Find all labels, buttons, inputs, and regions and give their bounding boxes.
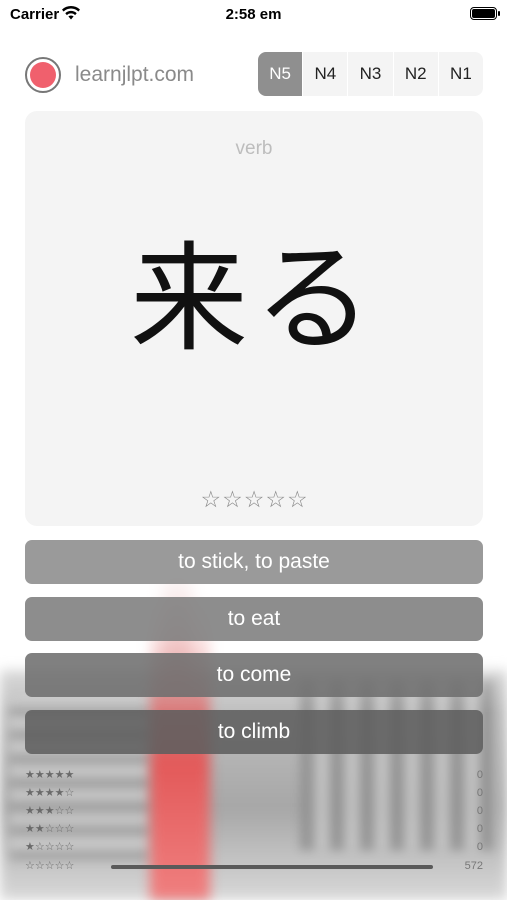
level-tab-n1[interactable]: N1 — [437, 52, 483, 96]
rating-star-5-icon[interactable]: ☆ — [287, 487, 308, 511]
stat-row: ☆☆☆☆☆ 572 — [25, 858, 483, 876]
stat-count: 0 — [476, 769, 483, 781]
stat-count: 572 — [464, 860, 483, 872]
stat-count: 0 — [476, 787, 483, 799]
rating-star-4-icon[interactable]: ☆ — [265, 487, 286, 511]
stat-stars: ★★★★☆ — [25, 787, 75, 799]
stat-stars: ★★☆☆☆ — [25, 823, 75, 835]
answer-button[interactable]: to come — [25, 653, 483, 697]
flashcard: verb 来る ☆ ☆ ☆ ☆ ☆ — [25, 111, 483, 526]
stat-row: ★★★☆☆ 0 — [25, 803, 483, 821]
site-name[interactable]: learnjlpt.com — [75, 63, 194, 87]
stat-row: ★☆☆☆☆ 0 — [25, 839, 483, 857]
part-of-speech: verb — [235, 138, 273, 159]
answer-button[interactable]: to eat — [25, 597, 483, 641]
star-rating: ☆ ☆ ☆ ☆ ☆ — [25, 487, 483, 511]
record-logo-icon[interactable] — [25, 57, 61, 93]
level-tab-n2[interactable]: N2 — [392, 52, 438, 96]
level-tab-n3[interactable]: N3 — [347, 52, 392, 96]
vocabulary-word: 来る — [129, 230, 378, 368]
rating-star-1-icon[interactable]: ☆ — [200, 487, 221, 511]
stat-row: ★★★★☆ 0 — [25, 785, 483, 803]
answer-button[interactable]: to climb — [25, 710, 483, 754]
stat-bar — [111, 865, 433, 869]
battery-icon — [470, 7, 500, 20]
stat-stars: ★★★☆☆ — [25, 805, 75, 817]
stat-stars: ★☆☆☆☆ — [25, 841, 75, 853]
level-tab-n5[interactable]: N5 — [258, 52, 303, 96]
stat-stars: ☆☆☆☆☆ — [25, 860, 75, 872]
header: learnjlpt.com N5 N4 N3 N2 N1 — [25, 52, 483, 98]
stat-stars: ★★★★★ — [25, 769, 75, 781]
stat-row: ★★★★★ 0 — [25, 767, 483, 785]
stat-count: 0 — [476, 841, 483, 853]
stat-count: 0 — [476, 823, 483, 835]
status-bar: Carrier 2:58 em — [0, 0, 507, 30]
rating-star-2-icon[interactable]: ☆ — [222, 487, 243, 511]
level-tab-n4[interactable]: N4 — [302, 52, 347, 96]
answer-button[interactable]: to stick, to paste — [25, 540, 483, 584]
jlpt-level-selector: N5 N4 N3 N2 N1 — [258, 52, 483, 96]
stat-count: 0 — [476, 805, 483, 817]
stat-row: ★★☆☆☆ 0 — [25, 821, 483, 839]
clock: 2:58 em — [225, 6, 282, 23]
rating-star-3-icon[interactable]: ☆ — [244, 487, 265, 511]
